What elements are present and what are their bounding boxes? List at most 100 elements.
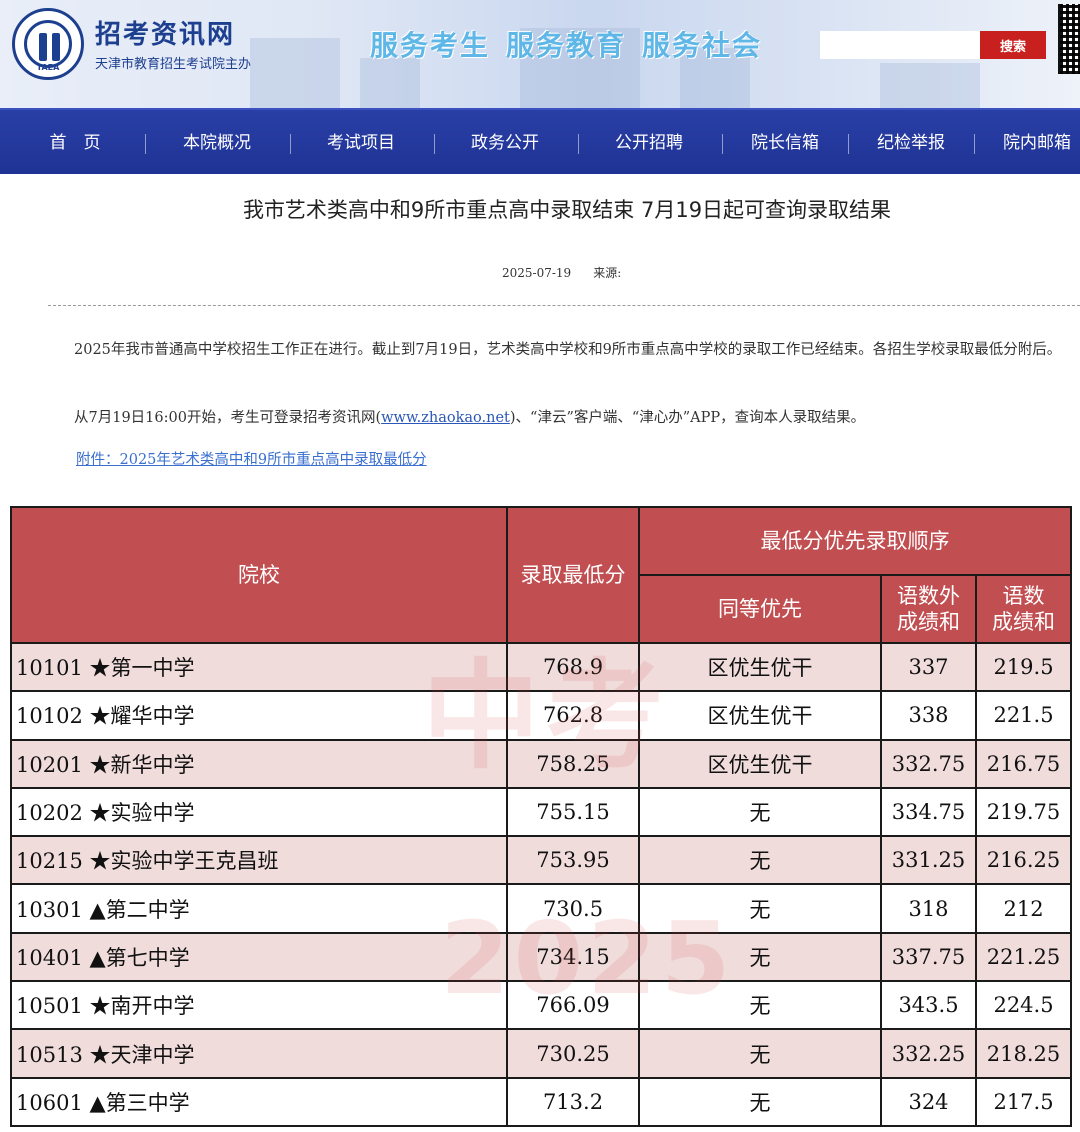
header-order-group: 最低分优先录取顺序 (637, 506, 1073, 576)
search-button[interactable]: 搜索 (980, 31, 1046, 59)
nav-item-director-mailbox[interactable]: 院长信箱 (730, 110, 840, 176)
article-source-label: 来源: (593, 266, 622, 280)
nav-separator (434, 134, 435, 154)
cell-priority: 无 (638, 1076, 882, 1127)
cell-sum3: 334.75 (880, 786, 977, 838)
slogan-item: 服务考生 (370, 29, 491, 62)
table-row: 10301 ▲第二中学 730.5 无 318 212 (10, 883, 1073, 934)
nav-separator (145, 134, 146, 154)
cell-priority: 无 (638, 786, 882, 838)
cell-priority: 无 (638, 835, 882, 886)
table-row: 10215 ★实验中学王克昌班 753.95 无 331.25 216.25 (10, 835, 1073, 886)
slogan-item: 服务教育 (506, 29, 627, 62)
search-input[interactable] (820, 31, 980, 59)
nav-separator (290, 134, 291, 154)
header-sum2-line1: 语数 (1002, 584, 1045, 608)
cell-school: 10501 ★南开中学 (10, 980, 508, 1031)
table-row: 10101 ★第一中学 768.9 区优生优干 337 219.5 (10, 641, 1073, 693)
cell-min-score: 755.15 (506, 786, 640, 838)
cell-school: 10301 ▲第二中学 (10, 883, 508, 934)
table-row: 10513 ★天津中学 730.25 无 332.25 218.25 (10, 1028, 1073, 1079)
logo-ring-icon (24, 20, 72, 68)
header-sum2: 语数 成绩和 (974, 574, 1073, 644)
cell-priority: 无 (638, 883, 882, 934)
nav-item-exams[interactable]: 考试项目 (306, 110, 416, 176)
header-sum2-line2: 成绩和 (992, 610, 1056, 634)
cell-priority: 区优生优干 (638, 690, 882, 741)
table-row: 10501 ★南开中学 766.09 无 343.5 224.5 (10, 980, 1073, 1031)
cell-min-score: 766.09 (506, 980, 640, 1031)
cell-min-score: 768.9 (506, 641, 640, 693)
cell-school: 10102 ★耀华中学 (10, 690, 508, 741)
nav-item-internal-mail[interactable]: 院内邮箱 (982, 110, 1080, 176)
nav-separator (974, 134, 975, 154)
cell-min-score: 730.25 (506, 1028, 640, 1079)
header-sum3: 语数外 成绩和 (880, 574, 977, 644)
cell-school: 10513 ★天津中学 (10, 1028, 508, 1079)
site-name: 招考资讯网 (95, 20, 236, 50)
nav-separator (578, 134, 579, 154)
cell-sum2: 219.5 (974, 641, 1073, 693)
slogan: 服务考生 服务教育 服务社会 (370, 24, 778, 64)
paragraph-text: )、“津云”客户端、“津心办”APP，查询本人录取结果。 (509, 410, 866, 426)
cell-min-score: 753.95 (506, 835, 640, 886)
cell-sum2: 221.5 (974, 690, 1073, 741)
header-banner: TAEA 招考资讯网 天津市教育招生考试院主办 服务考生 服务教育 服务社会 搜索 (0, 0, 1080, 108)
table-row: 10202 ★实验中学 755.15 无 334.75 219.75 (10, 786, 1073, 838)
header-equal-priority: 同等优先 (638, 574, 882, 644)
site-subtitle: 天津市教育招生考试院主办 (95, 57, 252, 72)
zhaokao-link[interactable]: www.zhaokao.net (381, 410, 510, 426)
header-sum3-line1: 语数外 (897, 584, 960, 608)
qr-code-icon (1058, 4, 1080, 74)
logo-text: TAEA (36, 63, 60, 72)
article-date: 2025-07-19 (502, 266, 572, 280)
cell-min-score: 730.5 (506, 883, 640, 934)
article-paragraph: 从7月19日16:00开始，考生可登录招考资讯网(www.zhaokao.net… (74, 404, 1074, 432)
attachment-link[interactable]: 附件：2025年艺术类高中和9所市重点高中录取最低分 (76, 446, 427, 474)
cell-school: 10202 ★实验中学 (10, 786, 508, 838)
header-min-score: 录取最低分 (506, 506, 640, 644)
nav-item-home[interactable]: 首 页 (20, 110, 130, 176)
cell-priority: 区优生优干 (638, 641, 882, 693)
cell-sum2: 224.5 (974, 980, 1073, 1031)
article-divider (48, 305, 1080, 306)
cell-school: 10401 ▲第七中学 (10, 931, 508, 983)
table-row: 10201 ★新华中学 758.25 区优生优干 332.75 216.75 (10, 738, 1073, 789)
logo-bar-icon (52, 33, 60, 61)
table-row: 10102 ★耀华中学 762.8 区优生优干 338 221.5 (10, 690, 1073, 741)
cell-sum3: 337 (880, 641, 977, 693)
cell-priority: 区优生优干 (638, 738, 882, 789)
nav-separator (848, 134, 849, 154)
cell-min-score: 758.25 (506, 738, 640, 789)
logo-bar-icon (39, 33, 47, 61)
cell-priority: 无 (638, 1028, 882, 1079)
paragraph-text: 从7月19日16:00开始，考生可登录招考资讯网( (74, 410, 382, 426)
nav-item-government-affairs[interactable]: 政务公开 (450, 110, 560, 176)
main-nav: 首 页 本院概况 考试项目 政务公开 公开招聘 院长信箱 纪检举报 院内邮箱 (0, 108, 1080, 174)
cell-sum3: 331.25 (880, 835, 977, 886)
cell-min-score: 734.15 (506, 931, 640, 983)
banner-decoration (880, 63, 980, 108)
cell-priority: 无 (638, 931, 882, 983)
cell-sum3: 338 (880, 690, 977, 741)
banner-decoration (360, 58, 420, 108)
cell-sum3: 332.75 (880, 738, 977, 789)
cell-school: 10101 ★第一中学 (10, 641, 508, 693)
nav-separator (722, 134, 723, 154)
cell-sum2: 221.25 (974, 931, 1073, 983)
header-sum3-line2: 成绩和 (897, 610, 960, 634)
table-row: 10601 ▲第三中学 713.2 无 324 217.5 (10, 1076, 1073, 1127)
nav-item-discipline-report[interactable]: 纪检举报 (856, 110, 966, 176)
article-meta: 2025-07-19 来源: (502, 264, 621, 281)
site-logo[interactable]: TAEA (12, 8, 84, 80)
banner-decoration (250, 38, 340, 108)
cell-sum3: 318 (880, 883, 977, 934)
cell-school: 10201 ★新华中学 (10, 738, 508, 789)
admission-score-table: 院校 录取最低分 最低分优先录取顺序 同等优先 语数外 成绩和 语数 成绩和 101… (10, 506, 1073, 1127)
cell-sum3: 324 (880, 1076, 977, 1127)
cell-sum2: 219.75 (974, 786, 1073, 838)
nav-item-recruitment[interactable]: 公开招聘 (594, 110, 704, 176)
table-row: 10401 ▲第七中学 734.15 无 337.75 221.25 (10, 931, 1073, 983)
cell-sum2: 218.25 (974, 1028, 1073, 1079)
nav-item-about[interactable]: 本院概况 (162, 110, 272, 176)
